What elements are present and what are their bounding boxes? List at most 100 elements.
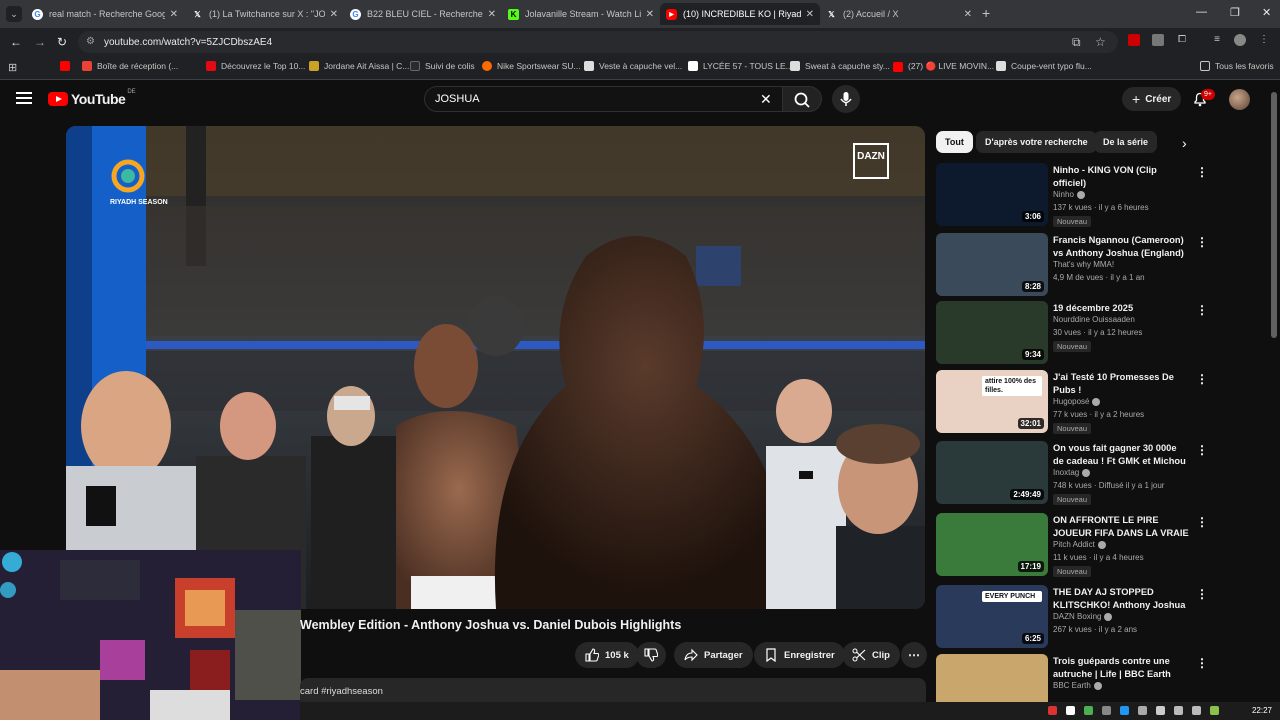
bookmark-item[interactable]: Veste à capuche vel... xyxy=(584,61,682,71)
channel-name[interactable]: DAZN Boxing xyxy=(1053,612,1113,621)
recommendation-title[interactable]: J'ai Testé 10 Promesses De Pubs ! xyxy=(1053,371,1189,396)
video-thumbnail[interactable]: 2:49:49 xyxy=(936,441,1048,504)
close-icon[interactable]: ✕ xyxy=(646,9,654,20)
volume-icon[interactable] xyxy=(1192,706,1201,715)
cast-icon[interactable]: ⧉ xyxy=(1072,35,1081,50)
close-icon[interactable]: ✕ xyxy=(488,9,496,20)
chip-related-search[interactable]: D'après votre recherche xyxy=(976,131,1097,153)
tab-0[interactable]: G real match - Recherche Google ✕ xyxy=(26,3,184,25)
recommendation-title[interactable]: ON AFFRONTE LE PIRE JOUEUR FIFA DANS LA … xyxy=(1053,514,1189,540)
app-tray-icon[interactable] xyxy=(1102,706,1111,715)
close-icon[interactable]: ✕ xyxy=(170,9,178,20)
more-options-icon[interactable]: ⋮ xyxy=(1196,235,1208,249)
tab-1[interactable]: 𝕏 (1) La Twitchance sur X : "JOLAV ✕ xyxy=(186,3,344,25)
recommendation-item[interactable]: 3:06 Ninho - KING VON (Clip officiel) Ninh… xyxy=(936,163,1266,227)
chevron-right-icon[interactable]: › xyxy=(1182,135,1187,151)
restore-icon[interactable]: ❐ xyxy=(1230,6,1240,19)
profile-icon[interactable] xyxy=(1234,34,1246,46)
channel-name[interactable]: Hugoposé xyxy=(1053,397,1101,406)
extensions-puzzle-icon[interactable]: ⧠ xyxy=(1176,34,1188,46)
create-button[interactable]: + Créer xyxy=(1122,87,1182,111)
bookmark-item[interactable]: LYCÉE 57 - TOUS LE... xyxy=(688,61,793,71)
recommendation-title[interactable]: On vous fait gagner 30 000e de cadeau ! … xyxy=(1053,442,1189,468)
youtube-logo[interactable]: YouTube DE xyxy=(48,89,136,107)
tab-5[interactable]: 𝕏 (2) Accueil / X ✕ xyxy=(820,3,978,25)
all-bookmarks[interactable]: Tous les favoris xyxy=(1200,61,1274,71)
search-button[interactable] xyxy=(782,86,822,112)
forward-icon[interactable]: → xyxy=(34,35,46,49)
media-controls-icon[interactable]: ≡ xyxy=(1211,34,1223,46)
bookmark-item[interactable]: Boîte de réception (... xyxy=(82,61,178,71)
more-options-icon[interactable]: ⋮ xyxy=(1196,443,1208,457)
avatar[interactable] xyxy=(1229,89,1250,110)
app-tray-icon[interactable] xyxy=(1156,706,1165,715)
app-tray-icon[interactable] xyxy=(1084,706,1093,715)
share-button[interactable]: Partager xyxy=(674,642,753,668)
recommendation-item[interactable]: EVERY PUNCH 6:25 THE DAY AJ STOPPED KLITSC… xyxy=(936,585,1266,649)
video-thumbnail[interactable]: 8:28 xyxy=(936,233,1048,296)
chip-all[interactable]: Tout xyxy=(936,131,973,153)
more-options-icon[interactable]: ⋮ xyxy=(1196,587,1208,601)
voice-search-button[interactable] xyxy=(832,85,860,113)
clear-search-icon[interactable]: ✕ xyxy=(760,91,772,108)
video-thumbnail[interactable]: attire 100% des filles. 32:01 xyxy=(936,370,1048,433)
close-icon[interactable]: ✕ xyxy=(330,9,338,20)
reload-icon[interactable]: ↻ xyxy=(57,35,67,49)
site-info-icon[interactable]: ⚙ xyxy=(86,36,95,47)
recommendation-item[interactable]: 17:19 ON AFFRONTE LE PIRE JOUEUR FIFA DAN… xyxy=(936,513,1266,577)
close-icon[interactable]: ✕ xyxy=(806,9,814,20)
channel-name[interactable]: BBC Earth xyxy=(1053,681,1102,690)
channel-name[interactable]: Inoxtag xyxy=(1053,468,1091,477)
bookmark-item[interactable]: Nike Sportswear SU... xyxy=(482,61,581,71)
recommendation-item[interactable]: 9:34 19 décembre 2025 Nourddine Ouissaaden… xyxy=(936,301,1266,365)
recommendation-title[interactable]: THE DAY AJ STOPPED KLITSCHKO! Anthony Jo… xyxy=(1053,586,1189,612)
apps-grid-icon[interactable]: ⊞ xyxy=(8,61,17,74)
recommendation-item[interactable]: 2:49:49 On vous fait gagner 30 000e de ca… xyxy=(936,441,1266,505)
menu-icon[interactable] xyxy=(16,92,32,104)
more-options-icon[interactable]: ⋮ xyxy=(1196,303,1208,317)
more-options-icon[interactable]: ⋮ xyxy=(1196,515,1208,529)
recommendation-item[interactable]: attire 100% des filles. 32:01 J'ai Testé 1… xyxy=(936,370,1266,434)
bookmark-star-icon[interactable]: ☆ xyxy=(1095,35,1106,49)
new-tab-button[interactable]: + xyxy=(982,5,990,21)
clip-button[interactable]: Clip xyxy=(842,642,900,668)
bookmark-item[interactable]: Découvrez le Top 10... xyxy=(206,61,305,71)
video-player[interactable]: RIYADH SEASON DAZN xyxy=(66,126,925,609)
bookmark-item[interactable]: (27) 🔴 LIVE MOVIN... xyxy=(893,61,994,72)
bookmark-item[interactable]: Jordane Ait Aissa | C... xyxy=(309,61,409,71)
channel-name[interactable]: Pitch Addict xyxy=(1053,540,1106,549)
more-options-icon[interactable]: ⋮ xyxy=(1196,656,1208,670)
video-thumbnail[interactable]: EVERY PUNCH 6:25 xyxy=(936,585,1048,648)
app-tray-icon[interactable] xyxy=(1048,706,1057,715)
more-menu-icon[interactable]: ⋮ xyxy=(1258,34,1270,46)
app-tray-icon[interactable] xyxy=(1120,706,1129,715)
back-icon[interactable]: ← xyxy=(10,35,22,49)
video-thumbnail[interactable]: 17:19 xyxy=(936,513,1048,576)
more-options-icon[interactable]: ⋮ xyxy=(1196,165,1208,179)
recommendation-title[interactable]: Francis Ngannou (Cameroon) vs Anthony Jo… xyxy=(1053,234,1189,260)
channel-name[interactable]: Nourddine Ouissaaden xyxy=(1053,315,1135,324)
extension-icon[interactable] xyxy=(1152,34,1164,46)
video-thumbnail[interactable]: 3:06 xyxy=(936,163,1048,226)
like-button[interactable]: 105 k xyxy=(575,642,639,668)
save-button[interactable]: Enregistrer xyxy=(754,642,845,668)
more-options-icon[interactable]: ⋮ xyxy=(1196,372,1208,386)
recommendation-title[interactable]: Trois guépards contre une autruche | Lif… xyxy=(1053,655,1189,680)
tab-search-icon[interactable]: ⌄ xyxy=(6,6,22,22)
battery-icon[interactable] xyxy=(1210,706,1219,715)
video-thumbnail[interactable]: 9:34 xyxy=(936,301,1048,364)
bookmark-item[interactable]: Sweat à capuche sty... xyxy=(790,61,890,71)
extension-icon[interactable] xyxy=(1128,34,1140,46)
recommendation-title[interactable]: Ninho - KING VON (Clip officiel) xyxy=(1053,164,1189,189)
clock[interactable]: 22:27 xyxy=(1252,706,1272,715)
wifi-icon[interactable] xyxy=(1174,706,1183,715)
bookmark-item[interactable]: Coupe-vent typo flu... xyxy=(996,61,1092,71)
minimize-icon[interactable]: — xyxy=(1196,6,1207,18)
channel-name[interactable]: Ninho xyxy=(1053,190,1085,199)
bookmark-item[interactable]: Suivi de colis xyxy=(410,61,475,71)
channel-name[interactable]: That's why MMA! xyxy=(1053,260,1114,269)
dislike-button[interactable] xyxy=(636,642,666,668)
bookmark-item[interactable] xyxy=(60,61,75,71)
search-input[interactable]: JOSHUA xyxy=(424,86,782,112)
recommendation-item[interactable]: 8:28 Francis Ngannou (Cameroon) vs Anthon… xyxy=(936,233,1266,297)
